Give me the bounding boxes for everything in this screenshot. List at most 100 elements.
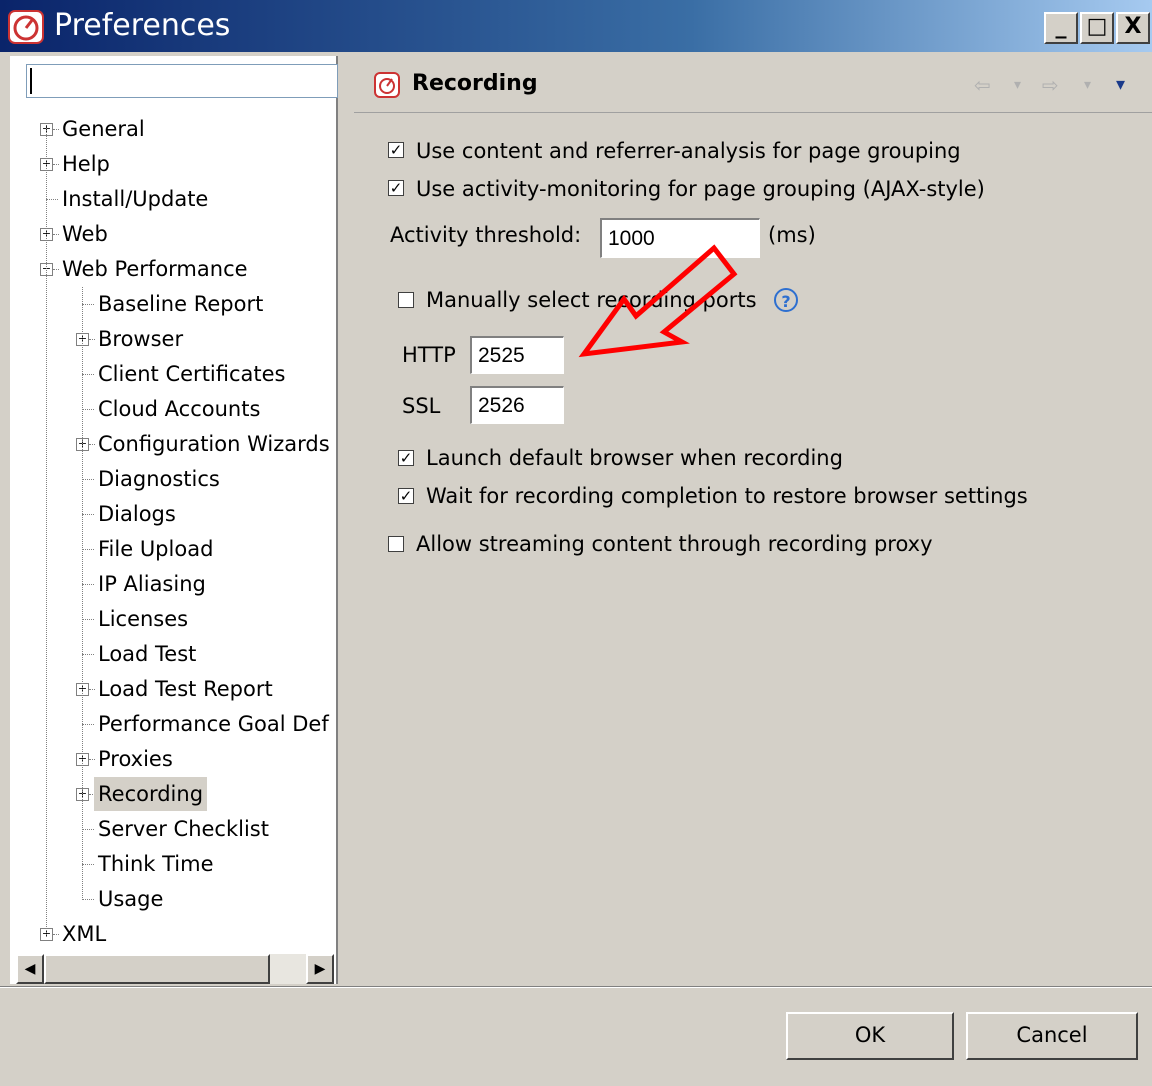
wait-completion-checkbox[interactable]: ✓	[398, 488, 414, 504]
tree-item[interactable]: Think Time	[10, 847, 336, 881]
page-header: Recording ⇦ ▾ ⇨ ▾ ▾	[354, 56, 1152, 113]
tree-item[interactable]: + XML	[10, 917, 336, 948]
tree-item[interactable]: + Browser	[10, 322, 336, 356]
tree-item[interactable]: Server Checklist	[10, 812, 336, 846]
close-button[interactable]: X	[1116, 12, 1150, 44]
tree-connector	[82, 619, 94, 620]
tree-item[interactable]: + Configuration Wizards	[10, 427, 336, 461]
tree-item[interactable]: + Load Test Report	[10, 672, 336, 706]
scroll-left-icon[interactable]: ◀	[16, 954, 44, 984]
tree-item-label: Help	[62, 152, 110, 176]
tree-item[interactable]: IP Aliasing	[10, 567, 336, 601]
tree-item-label: Load Test	[98, 642, 197, 666]
minimize-button[interactable]: _	[1044, 12, 1078, 44]
filter-input[interactable]	[26, 64, 338, 98]
tree-connector	[82, 864, 94, 865]
tree-item[interactable]: Cloud Accounts	[10, 392, 336, 426]
cancel-button[interactable]: Cancel	[966, 1012, 1138, 1060]
allow-streaming-checkbox[interactable]	[388, 536, 404, 552]
content-analysis-label: Use content and referrer-analysis for pa…	[416, 139, 961, 163]
preference-tree-panel: + General + Help Install/Update + Web − Web Perf…	[10, 56, 338, 984]
tree-connector	[82, 654, 94, 655]
tree-item[interactable]: Baseline Report	[10, 287, 336, 321]
tree-item[interactable]: + Recording	[10, 777, 336, 811]
tree-item-label: XML	[62, 922, 107, 946]
tree-item[interactable]: Diagnostics	[10, 462, 336, 496]
tree-item-label: Recording	[94, 777, 208, 811]
ssl-port-input[interactable]	[470, 386, 564, 424]
title-bar: Preferences _ □ X	[0, 0, 1152, 52]
tree-item[interactable]: + Proxies	[10, 742, 336, 776]
scroll-thumb[interactable]	[44, 954, 270, 984]
page-title: Recording	[412, 71, 538, 96]
help-icon[interactable]: ?	[774, 288, 798, 312]
button-bar-separator	[0, 986, 1152, 988]
forward-arrow-icon[interactable]: ⇨	[1042, 70, 1059, 100]
app-gauge-icon	[8, 10, 44, 44]
tree-item[interactable]: Performance Goal Def	[10, 707, 336, 741]
tree-item-label: Configuration Wizards	[98, 432, 330, 456]
tree-item-label: Install/Update	[62, 187, 209, 211]
ok-button[interactable]: OK	[786, 1012, 954, 1060]
activity-monitoring-checkbox[interactable]: ✓	[388, 180, 404, 196]
tree-item-label: Cloud Accounts	[98, 397, 261, 421]
tree-item-label: Think Time	[98, 852, 214, 876]
tree-item[interactable]: Install/Update	[10, 182, 336, 216]
wait-completion-label: Wait for recording completion to restore…	[426, 484, 1028, 508]
tree-item[interactable]: Usage	[10, 882, 336, 916]
http-port-label: HTTP	[402, 343, 456, 367]
tree-item-label: File Upload	[98, 537, 214, 561]
scroll-right-icon[interactable]: ▶	[306, 954, 334, 984]
launch-browser-label: Launch default browser when recording	[426, 446, 843, 470]
tree-guide-line	[82, 287, 83, 898]
maximize-button[interactable]: □	[1080, 12, 1114, 44]
tree-connector	[82, 829, 94, 830]
view-menu-icon[interactable]: ▾	[1116, 70, 1125, 100]
activity-threshold-label: Activity threshold:	[390, 223, 582, 247]
tree-item-label: Diagnostics	[98, 467, 220, 491]
tree-connector	[46, 199, 58, 200]
launch-browser-checkbox[interactable]: ✓	[398, 450, 414, 466]
horizontal-scrollbar[interactable]: ◀ ▶	[16, 954, 334, 984]
tree-connector	[82, 374, 94, 375]
content-analysis-checkbox[interactable]: ✓	[388, 142, 404, 158]
tree-item[interactable]: Client Certificates	[10, 357, 336, 391]
tree-item[interactable]: Load Test	[10, 637, 336, 671]
preference-page: Recording ⇦ ▾ ⇨ ▾ ▾ ✓ Use content and re…	[354, 56, 1152, 984]
recording-gauge-icon	[374, 72, 400, 98]
tree-item-label: Performance Goal Def	[98, 712, 329, 736]
http-port-input[interactable]	[470, 336, 564, 374]
tree-connector	[82, 899, 94, 900]
tree-item-label: Client Certificates	[98, 362, 286, 386]
tree-item-label: Web	[62, 222, 108, 246]
tree-item-label: General	[62, 117, 145, 141]
tree-item-label: Dialogs	[98, 502, 176, 526]
activity-monitoring-label: Use activity-monitoring for page groupin…	[416, 177, 985, 201]
tree-item-label: Web Performance	[62, 257, 248, 281]
window-title: Preferences	[54, 8, 231, 43]
back-arrow-icon[interactable]: ⇦	[974, 70, 991, 100]
tree-item-label: Browser	[98, 327, 184, 351]
threshold-unit-label: (ms)	[768, 223, 816, 247]
tree-item-label: Proxies	[98, 747, 173, 771]
tree-item[interactable]: + General	[10, 112, 336, 146]
annotation-arrow-icon	[578, 244, 738, 358]
manual-ports-checkbox[interactable]	[398, 292, 414, 308]
allow-streaming-label: Allow streaming content through recordin…	[416, 532, 933, 556]
tree-item[interactable]: − Web Performance	[10, 252, 336, 286]
tree-item-label: Load Test Report	[98, 677, 273, 701]
tree-item[interactable]: File Upload	[10, 532, 336, 566]
tree-connector	[82, 724, 94, 725]
tree-item[interactable]: + Help	[10, 147, 336, 181]
tree-connector	[82, 304, 94, 305]
forward-menu-icon[interactable]: ▾	[1084, 70, 1091, 100]
tree-connector	[82, 479, 94, 480]
tree-item[interactable]: Licenses	[10, 602, 336, 636]
tree-item[interactable]: + Web	[10, 217, 336, 251]
tree-guide-line	[46, 128, 47, 937]
ssl-port-label: SSL	[402, 394, 441, 418]
tree-item[interactable]: Dialogs	[10, 497, 336, 531]
tree-item-label: Server Checklist	[98, 817, 269, 841]
back-menu-icon[interactable]: ▾	[1014, 70, 1021, 100]
tree-connector	[82, 549, 94, 550]
